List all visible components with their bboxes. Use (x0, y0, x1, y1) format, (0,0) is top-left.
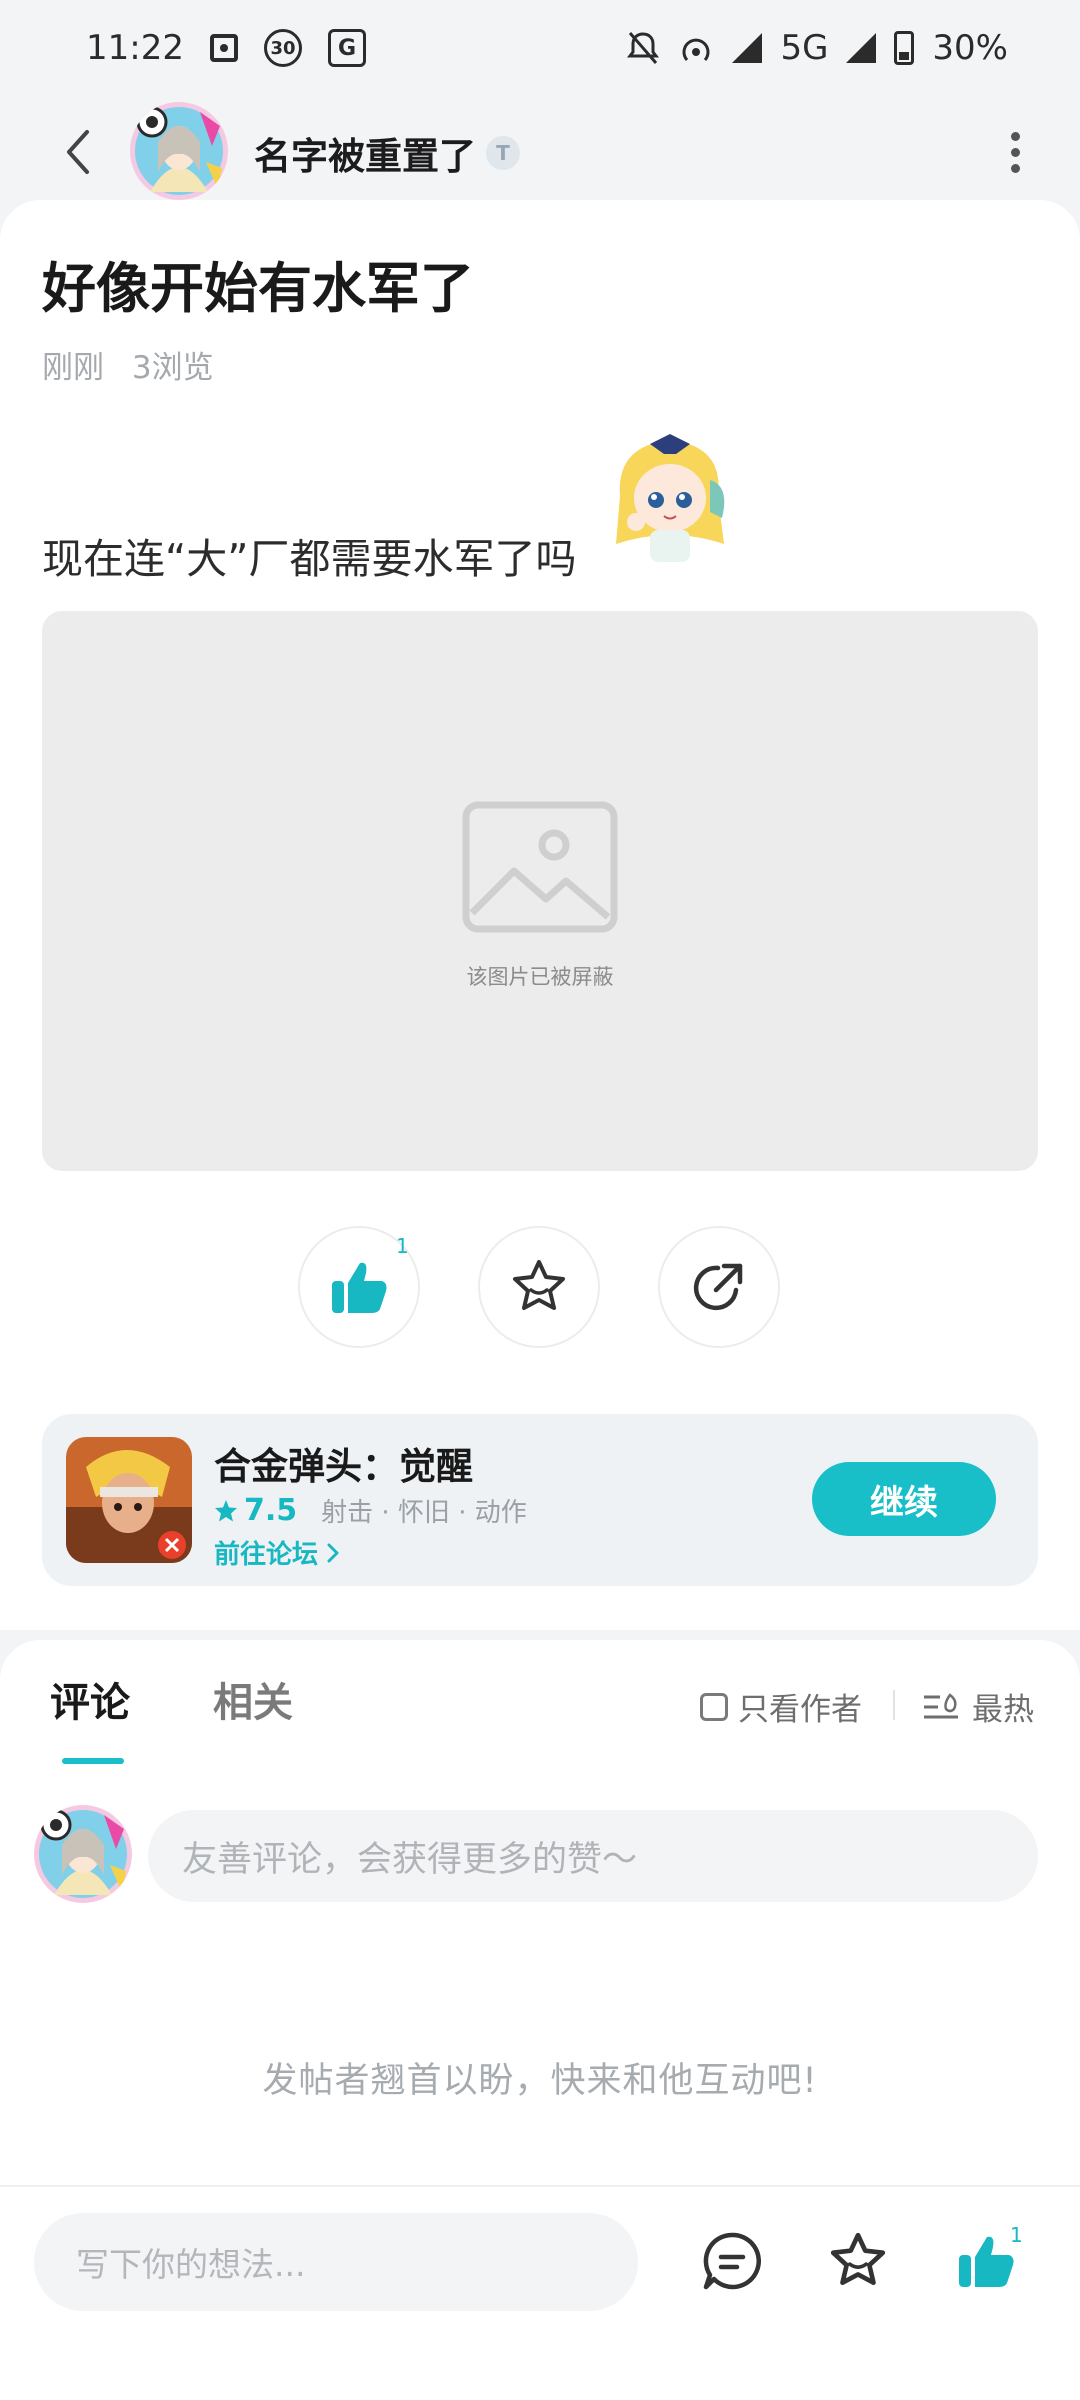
active-tab-indicator (62, 1758, 124, 1764)
divider (893, 1690, 895, 1720)
comments-section: 评论 相关 只看作者 最热 友善评论，会获得更多的赞～ 发帖者翘首以盼，快来和他… (0, 1640, 1080, 2185)
bottom-like-count: 1 (1010, 2223, 1023, 2247)
comment-bubble-icon (703, 2232, 761, 2290)
sort-button[interactable]: 最热 (922, 1684, 1034, 1729)
star-face-icon (830, 2232, 886, 2286)
author-level-badge: T (486, 136, 520, 170)
only-author-label: 只看作者 (738, 1692, 862, 1728)
game-tags: 射击 · 怀旧 · 动作 (321, 1498, 527, 1528)
signal-icon-2 (846, 33, 877, 63)
translate-icon: G (327, 29, 366, 67)
bottom-action-bar: 写下你的想法... 1 (0, 2185, 1080, 2400)
tab-related[interactable]: 相关 (213, 1670, 293, 1728)
blocked-image-text: 该图片已被屏蔽 (466, 965, 614, 989)
thoughts-input[interactable]: 写下你的想法... (34, 2213, 638, 2311)
like-button[interactable]: 1 (298, 1226, 420, 1348)
comment-input[interactable]: 友善评论，会获得更多的赞～ (148, 1810, 1038, 1902)
more-dot (1010, 131, 1020, 141)
favorite-button[interactable] (478, 1226, 600, 1348)
sort-icon (924, 1692, 958, 1718)
blocked-image[interactable]: 该图片已被屏蔽 (42, 611, 1038, 1171)
sort-label: 最热 (972, 1692, 1034, 1728)
empty-comments-hint: 发帖者翘首以盼，快来和他互动吧! (262, 2061, 818, 2101)
anime-girl-sticker (606, 426, 734, 564)
only-author-checkbox[interactable] (700, 1692, 728, 1721)
star-face-icon (513, 1260, 565, 1310)
back-button[interactable] (48, 120, 108, 184)
game-icon[interactable] (66, 1437, 192, 1563)
post-meta: 刚刚 3浏览 (42, 342, 214, 387)
battery-percent: 30% (932, 28, 1008, 68)
thumbs-up-icon (332, 1262, 387, 1313)
more-dot (1010, 163, 1020, 173)
share-icon (693, 1263, 743, 1311)
only-author-toggle[interactable]: 只看作者 (700, 1684, 862, 1729)
star-icon (215, 1499, 237, 1521)
screen-record-icon (209, 34, 238, 62)
share-button[interactable] (658, 1226, 780, 1348)
post-time: 刚刚 (42, 350, 104, 386)
game-card[interactable]: 合金弹头：觉醒 7.5 射击 · 怀旧 · 动作 前往论坛 继续 (42, 1414, 1038, 1586)
signal-icon (732, 33, 763, 63)
game-score: 7.5 (244, 1493, 298, 1528)
battery-charging-icon (894, 31, 915, 65)
author-name[interactable]: 名字被重置了 (254, 126, 476, 180)
bottom-favorite-button[interactable] (822, 2225, 894, 2297)
post-header: 名字被重置了 T (0, 96, 1080, 208)
post-title: 好像开始有水军了 (42, 257, 474, 320)
author-avatar[interactable] (130, 102, 228, 200)
post-body-text: 现在连“大”厂都需要水军了吗 (42, 535, 577, 583)
game-rating-row: 7.5 射击 · 怀旧 · 动作 (214, 1492, 527, 1529)
status-bar: 11:22 30 G 5G 30% (0, 0, 1080, 96)
more-dot (1010, 147, 1020, 157)
hotspot-icon (678, 30, 714, 66)
post-views: 3浏览 (131, 350, 214, 386)
post-actions: 1 (298, 1226, 782, 1348)
forum-link-label: 前往论坛 (214, 1540, 319, 1570)
30-badge-icon: 30 (263, 29, 302, 67)
my-avatar[interactable] (34, 1805, 132, 1903)
tab-comments[interactable]: 评论 (50, 1670, 130, 1728)
more-options-button[interactable] (990, 116, 1040, 188)
game-name[interactable]: 合金弹头：觉醒 (214, 1436, 473, 1490)
bell-off-icon (626, 30, 660, 66)
image-placeholder-icon (462, 801, 618, 933)
status-time: 11:22 (86, 28, 184, 68)
like-count: 1 (396, 1234, 409, 1258)
continue-button[interactable]: 继续 (812, 1462, 996, 1536)
chevron-right-icon (327, 1543, 339, 1562)
comment-button[interactable] (696, 2225, 768, 2297)
thumbs-up-icon (959, 2236, 1014, 2287)
network-label: 5G (780, 28, 829, 68)
post-card: 好像开始有水军了 刚刚 3浏览 现在连“大”厂都需要水军了吗 该图片已被屏蔽 1… (0, 200, 1080, 1630)
forum-link[interactable]: 前往论坛 (214, 1534, 340, 1571)
chevron-left-icon (67, 130, 89, 174)
